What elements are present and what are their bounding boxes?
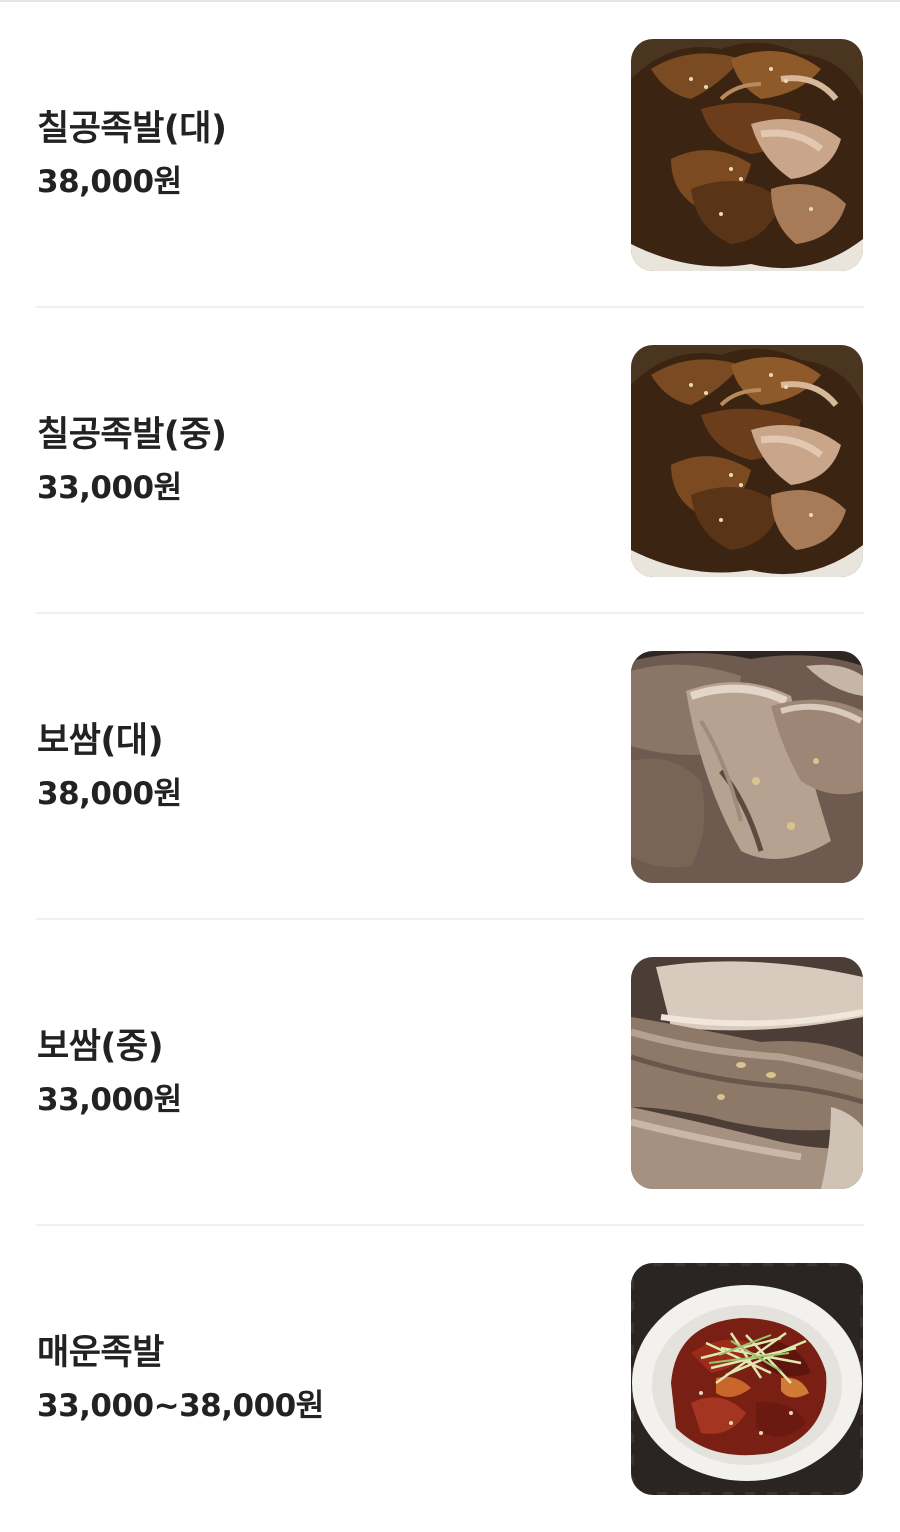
bossam-photo: [631, 957, 863, 1189]
spicy-jokbal-photo: [631, 1263, 863, 1495]
jokbal-photo: [631, 39, 863, 271]
menu-item-photo-bossam[interactable]: [631, 651, 863, 883]
menu-item-text: 보쌈(중) 33,000원: [37, 1023, 597, 1123]
menu-item-price: 33,000원: [37, 1082, 182, 1118]
bossam-photo: [631, 651, 863, 883]
menu-item-text: 보쌈(대) 38,000원: [37, 717, 597, 817]
menu-item[interactable]: 매운족발 33,000~38,000원: [0, 1226, 900, 1532]
menu-item-text: 칠공족발(대) 38,000원: [37, 105, 597, 205]
menu-item-photo-jokbal[interactable]: [631, 39, 863, 271]
jokbal-photo: [631, 345, 863, 577]
menu-item-photo-jokbal[interactable]: [631, 345, 863, 577]
menu-item[interactable]: 보쌈(중) 33,000원: [0, 920, 900, 1226]
menu-item-price: 38,000원: [37, 776, 182, 812]
menu-item[interactable]: 보쌈(대) 38,000원: [0, 614, 900, 920]
menu-item-price: 38,000원: [37, 164, 182, 200]
menu-item-name: 칠공족발(중): [37, 415, 227, 455]
menu-item-price: 33,000원: [37, 470, 182, 506]
menu-item-name: 보쌈(중): [37, 1027, 164, 1067]
menu-item-name: 매운족발: [37, 1333, 164, 1373]
menu-list: 칠공족발(대) 38,000원 칠공족발(중) 33,000원 보쌈(대) 38…: [0, 2, 900, 1532]
menu-item-name: 보쌈(대): [37, 721, 164, 761]
menu-item-text: 매운족발 33,000~38,000원: [37, 1329, 597, 1429]
menu-item[interactable]: 칠공족발(중) 33,000원: [0, 308, 900, 614]
menu-item-name: 칠공족발(대): [37, 109, 227, 149]
menu-item-photo-spicy-jokbal[interactable]: [631, 1263, 863, 1495]
menu-item-photo-bossam[interactable]: [631, 957, 863, 1189]
menu-item-text: 칠공족발(중) 33,000원: [37, 411, 597, 511]
menu-item-price: 33,000~38,000원: [37, 1388, 324, 1424]
menu-item[interactable]: 칠공족발(대) 38,000원: [0, 2, 900, 308]
